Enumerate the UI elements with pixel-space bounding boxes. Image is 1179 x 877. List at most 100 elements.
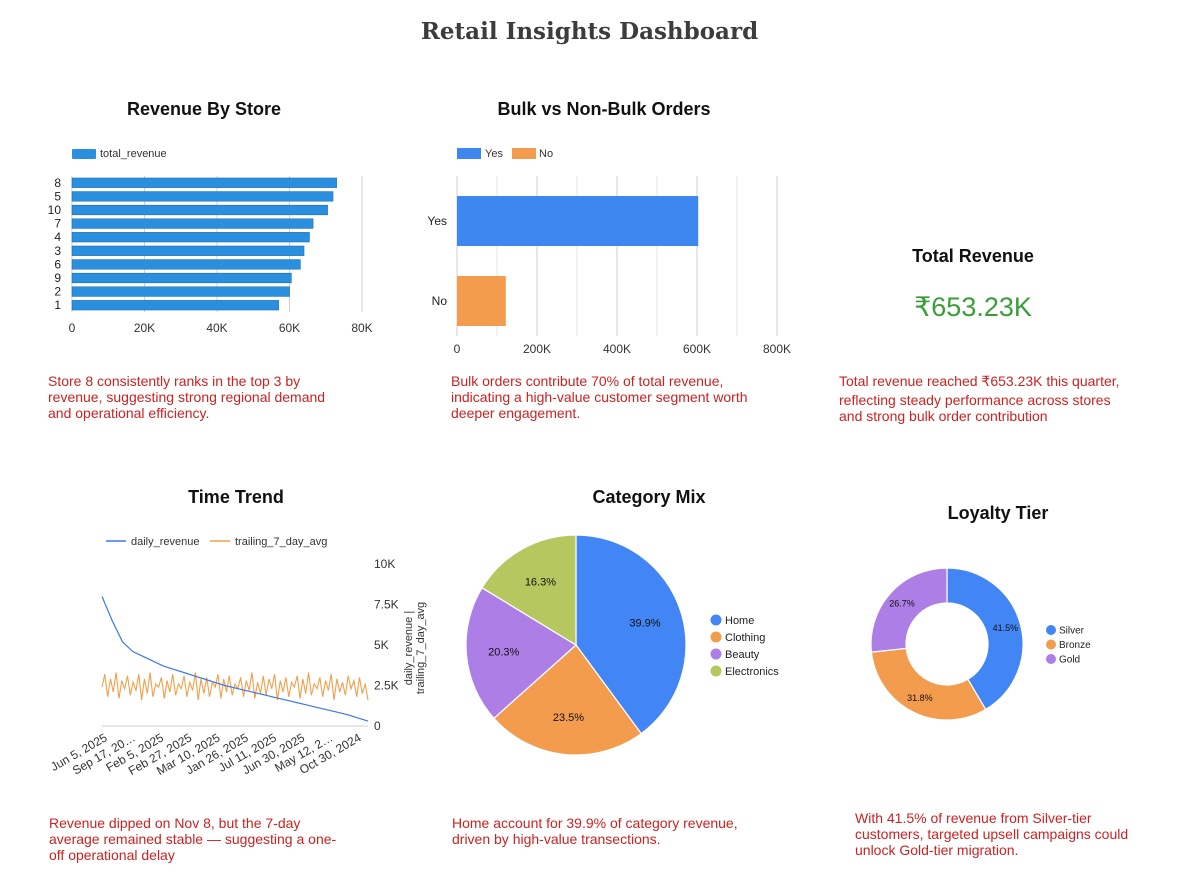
total-revenue-value: ₹653.23K: [914, 292, 1032, 322]
insight-line: average remained stable — suggesting a o…: [49, 831, 337, 847]
y-tick-label: Yes: [427, 214, 447, 228]
loyalty-tier-title: Loyalty Tier: [947, 503, 1049, 523]
insight-line: reflecting steady performance across sto…: [839, 392, 1111, 408]
legend-label: Beauty: [725, 649, 760, 661]
y-tick-label: 10K: [374, 557, 395, 571]
bar: [71, 272, 292, 284]
bulk-orders-title: Bulk vs Non-Bulk Orders: [497, 99, 711, 119]
insight-line: With 41.5% of revenue from Silver-tier: [855, 810, 1092, 826]
legend-label: Yes: [485, 148, 503, 160]
revenue-by-store-chart: total_revenue 0 20K 40K 60K 80K 85107436921: [48, 148, 373, 335]
y-axis-label: daily_revenue |trailing_7_day_avg: [403, 602, 427, 694]
loyalty-tier-chart: 41.5% 31.8% 26.7% Silver Bronze Gold: [870, 567, 1091, 721]
x-tick-label: 0: [69, 321, 76, 335]
time-trend-title: Time Trend: [188, 487, 284, 507]
bar: [71, 259, 301, 270]
x-tick-label: 80K: [351, 321, 372, 335]
legend-marker: [710, 614, 722, 626]
insight-line: Bulk orders contribute 70% of total reve…: [451, 373, 724, 389]
bar: [71, 191, 334, 202]
bar: [71, 245, 305, 256]
slice-label: 41.5%: [993, 623, 1019, 633]
y-tick-label: 2.5K: [374, 679, 399, 693]
y-tick-label: 7.5K: [374, 598, 399, 612]
revenue-by-store-title: Revenue By Store: [126, 99, 282, 119]
total-revenue-insight: Total revenue reached ₹653.23K this quar…: [839, 373, 1159, 424]
insight-line: and strong bulk order contribution: [839, 408, 1048, 424]
legend-label: No: [539, 148, 553, 160]
y-tick-label: 6: [54, 257, 61, 271]
legend-label: daily_revenue: [131, 536, 200, 548]
bar: [71, 300, 279, 311]
legend-marker: [1046, 625, 1056, 635]
series-line-daily: [101, 596, 369, 722]
y-tick-label: 8: [54, 176, 61, 190]
category-mix-insight: Home account for 39.9% of category reven…: [452, 815, 772, 847]
bar: [71, 218, 314, 229]
legend-label: Silver: [1059, 626, 1085, 637]
y-tick-label: No: [432, 294, 448, 308]
x-tick-label: 40K: [206, 321, 227, 335]
category-mix-chart: 39.9% 23.5% 20.3% 16.3% Home Clothing Beauty El…: [465, 534, 779, 756]
total-revenue-label: Total Revenue: [912, 246, 1034, 266]
slice-label: 16.3%: [525, 577, 556, 589]
y-tick-label: 5K: [374, 638, 389, 652]
y-tick-label: 1: [54, 298, 61, 312]
y-tick-label: 0: [374, 719, 381, 733]
bar: [71, 286, 290, 297]
bar: [71, 204, 328, 216]
bulk-orders-chart: Yes No 0 200K 400K 600K 800K Yes No: [427, 148, 791, 356]
legend-swatch-no: [512, 148, 536, 159]
donut-slice: [870, 567, 948, 653]
insight-line: driven by high-value transections.: [452, 831, 661, 847]
insight-line: Total revenue reached ₹653.23K this quar…: [839, 373, 1120, 389]
legend-label: trailing_7_day_avg: [235, 536, 327, 548]
legend-label: Clothing: [725, 632, 765, 644]
legend-marker: [710, 665, 722, 677]
x-tick-label: 0: [454, 342, 461, 356]
legend-swatch: [72, 149, 96, 159]
dashboard-title: Retail Insights Dashboard: [420, 18, 759, 45]
x-tick-label: 200K: [523, 342, 551, 356]
loyalty-tier-insight: With 41.5% of revenue from Silver-tier c…: [855, 810, 1155, 858]
insight-line: Revenue dipped on Nov 8, but the 7-day: [49, 815, 301, 831]
time-trend-chart: daily_revenue trailing_7_day_avg 0 2.5K 5K 7.…: [48, 536, 427, 778]
insight-line: unlock Gold-tier migration.: [855, 842, 1019, 858]
slice-label: 20.3%: [488, 647, 519, 659]
legend-marker: [710, 648, 722, 660]
bar: [457, 196, 699, 246]
x-tick-label: 60K: [279, 321, 300, 335]
x-tick-label: 800K: [763, 342, 791, 356]
slice-label: 26.7%: [889, 599, 915, 609]
x-tick-label: 400K: [603, 342, 631, 356]
y-tick-label: 2: [54, 285, 61, 299]
slice-label: 23.5%: [553, 712, 584, 724]
legend-label: Electronics: [725, 666, 779, 678]
legend-swatch-yes: [457, 148, 481, 159]
y-tick-label: 9: [54, 271, 61, 285]
insight-line: Store 8 consistently ranks in the top 3 …: [48, 373, 301, 389]
bar: [71, 177, 337, 188]
y-tick-label: 7: [54, 217, 61, 231]
series-line-trailing: [101, 672, 369, 701]
legend-marker: [1046, 639, 1056, 650]
bar: [457, 276, 506, 326]
y-tick-label: 10: [48, 203, 62, 217]
time-trend-insight: Revenue dipped on Nov 8, but the 7-day a…: [49, 815, 369, 863]
slice-label: 39.9%: [629, 617, 660, 629]
bulk-orders-insight: Bulk orders contribute 70% of total reve…: [451, 373, 771, 421]
x-tick-label: 600K: [683, 342, 711, 356]
insight-line: Home account for 39.9% of category reven…: [452, 815, 738, 831]
insight-line: deeper engagement.: [451, 405, 581, 421]
y-tick-label: 5: [54, 189, 61, 203]
slice-label: 31.8%: [907, 693, 933, 703]
x-tick-label: 20K: [134, 321, 155, 335]
insight-line: indicating a high-value customer segment…: [451, 389, 748, 405]
revenue-by-store-insight: Store 8 consistently ranks in the top 3 …: [48, 373, 348, 421]
legend-marker: [1046, 654, 1056, 664]
bar: [71, 232, 310, 243]
legend-marker: [710, 631, 722, 643]
legend-label: total_revenue: [100, 148, 167, 160]
legend-label: Home: [725, 615, 754, 627]
donut-slice: [870, 647, 987, 721]
